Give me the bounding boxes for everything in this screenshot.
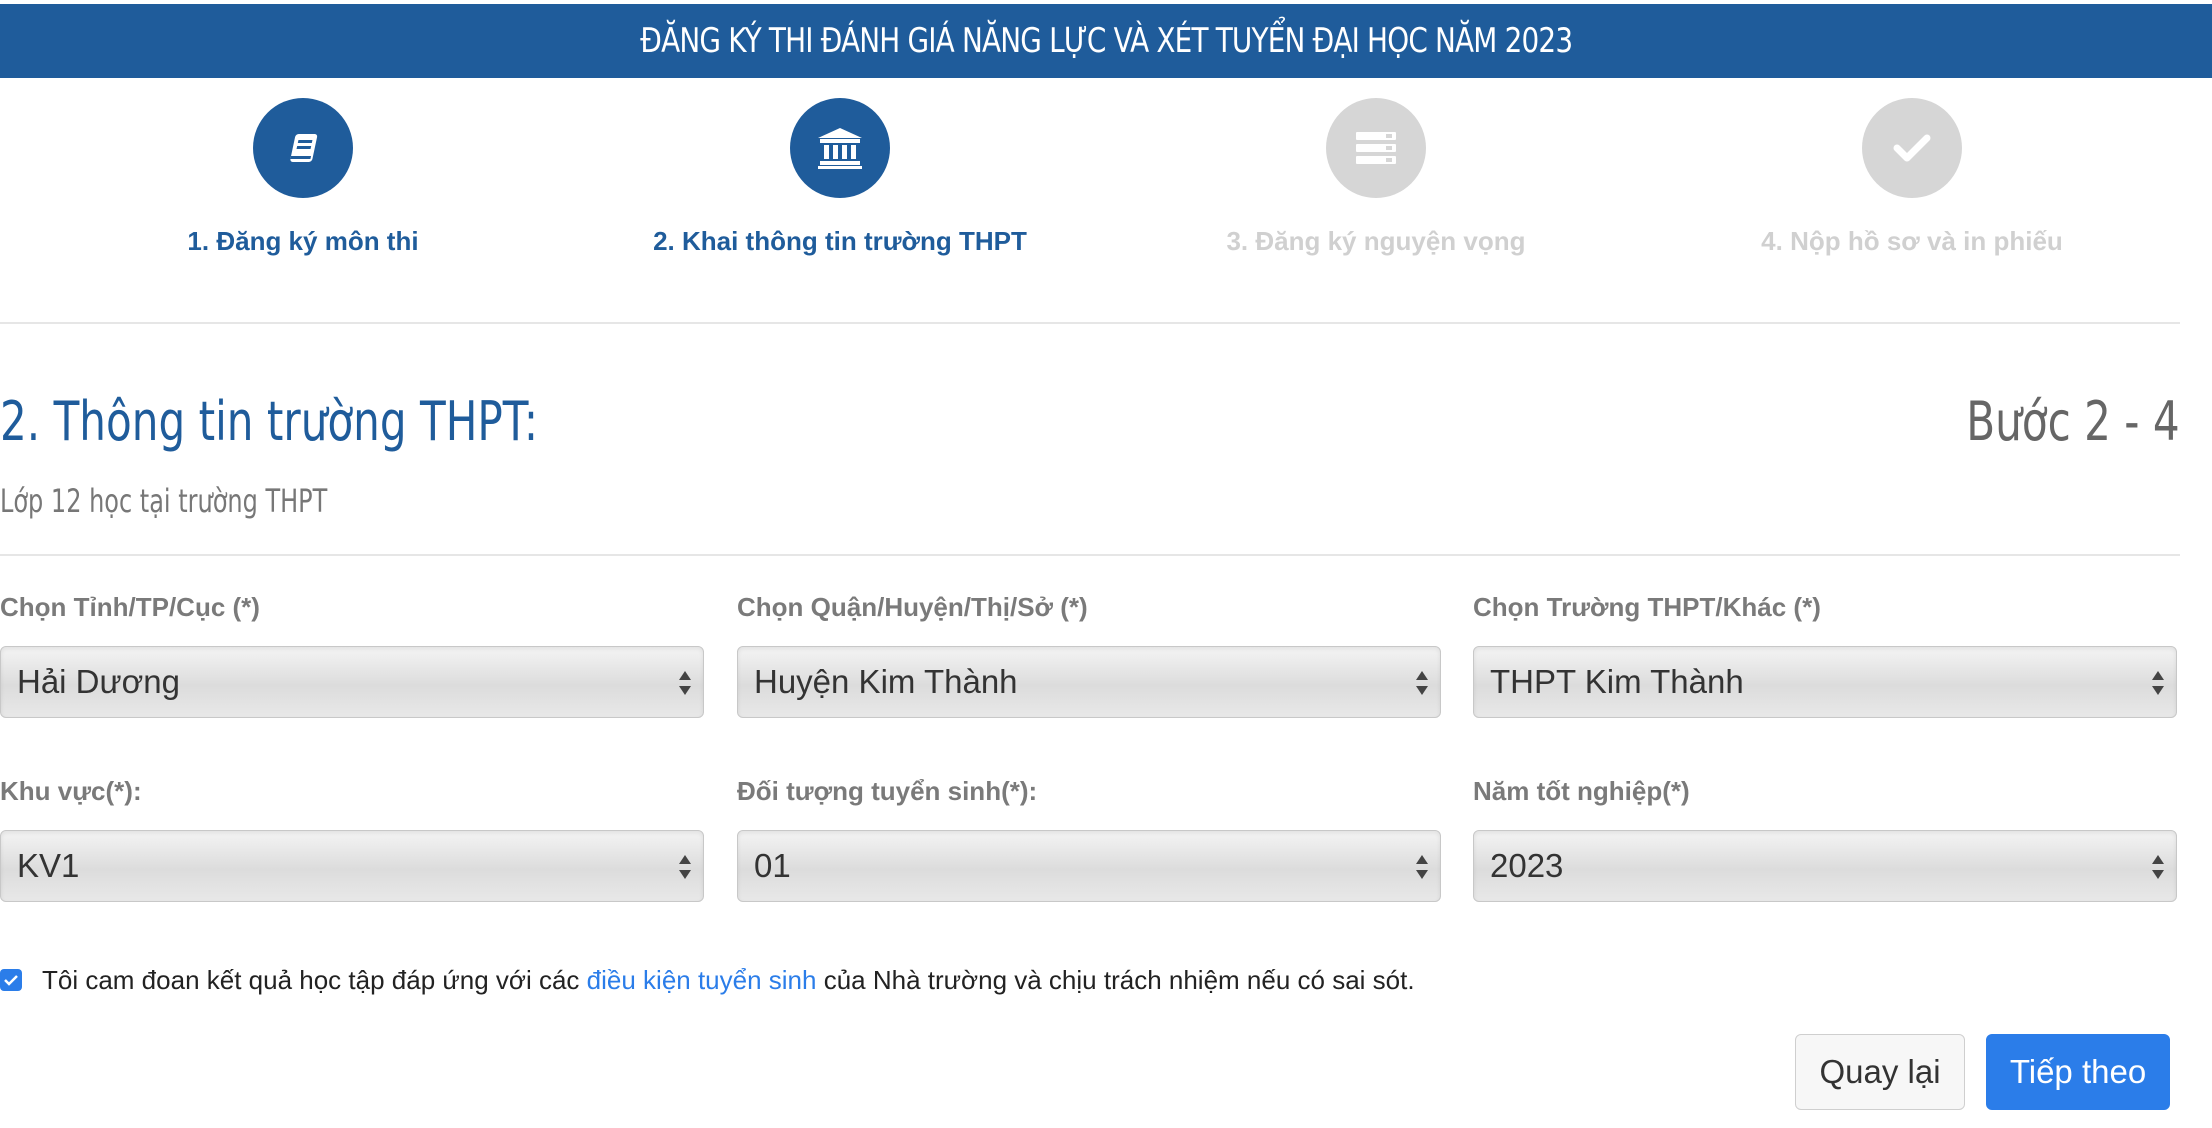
select-arrows-icon [679, 671, 691, 695]
step-1-label: 1. Đăng ký môn thi [187, 226, 419, 256]
list-icon [1356, 132, 1396, 164]
priority-value: 01 [754, 847, 791, 884]
section-title: 2. Thông tin trường THPT: [0, 390, 539, 453]
step-3-circle [1326, 98, 1426, 198]
step-3[interactable]: 3. Đăng ký nguyện vọng [1116, 98, 1636, 257]
province-label: Chọn Tỉnh/TP/Cục (*) [0, 592, 260, 622]
book-icon [290, 134, 318, 162]
checkmark-icon [4, 975, 18, 986]
region-select[interactable]: KV1 [0, 830, 704, 902]
step-3-label: 3. Đăng ký nguyện vọng [1226, 226, 1526, 256]
grad-year-label: Năm tốt nghiệp(*) [1473, 776, 1690, 806]
step-2-label: 2. Khai thông tin trường THPT [653, 226, 1027, 256]
agreement-text-before: Tôi cam đoan kết quả học tập đáp ứng với… [42, 964, 587, 995]
school-label: Chọn Trường THPT/Khác (*) [1473, 592, 1821, 622]
district-select[interactable]: Huyện Kim Thành [737, 646, 1441, 718]
step-2-circle [790, 98, 890, 198]
institution-icon [818, 128, 862, 169]
step-count: Bước 2 - 4 [1966, 390, 2180, 453]
back-button[interactable]: Quay lại [1795, 1034, 1965, 1110]
agreement-text-after: của Nhà trường và chịu trách nhiệm nếu c… [816, 964, 1415, 995]
banner-title: ĐĂNG KÝ THI ĐÁNH GIÁ NĂNG LỰC VÀ XÉT TUY… [640, 21, 1573, 61]
divider-section [0, 554, 2180, 556]
district-label: Chọn Quận/Huyện/Thị/Sở (*) [737, 592, 1088, 622]
select-arrows-icon [679, 855, 691, 879]
next-button[interactable]: Tiếp theo [1986, 1034, 2170, 1110]
priority-label: Đối tượng tuyển sinh(*): [737, 776, 1038, 806]
select-arrows-icon [1416, 855, 1428, 879]
grad-year-select[interactable]: 2023 [1473, 830, 2177, 902]
agreement-checkbox[interactable] [0, 969, 22, 991]
select-arrows-icon [1416, 671, 1428, 695]
section-subtitle: Lớp 12 học tại trường THPT [0, 482, 328, 520]
province-value: Hải Dương [17, 663, 180, 700]
region-value: KV1 [17, 847, 80, 884]
step-4-circle [1862, 98, 1962, 198]
progress-steps: 1. Đăng ký môn thi 2. Khai thông tin trư… [0, 98, 2180, 268]
divider-top [0, 322, 2180, 324]
step-2[interactable]: 2. Khai thông tin trường THPT [580, 98, 1100, 257]
province-select[interactable]: Hải Dương [0, 646, 704, 718]
step-4-label: 4. Nộp hồ sơ và in phiếu [1761, 226, 2063, 256]
school-select[interactable]: THPT Kim Thành [1473, 646, 2177, 718]
grad-year-value: 2023 [1490, 847, 1564, 884]
admission-conditions-link[interactable]: điều kiện tuyển sinh [587, 965, 817, 996]
step-1[interactable]: 1. Đăng ký môn thi [43, 98, 563, 257]
agreement-row: Tôi cam đoan kết quả học tập đáp ứng với… [0, 962, 1415, 998]
select-arrows-icon [2152, 855, 2164, 879]
select-arrows-icon [2152, 671, 2164, 695]
priority-select[interactable]: 01 [737, 830, 1441, 902]
district-value: Huyện Kim Thành [754, 663, 1018, 700]
region-label: Khu vực(*): [0, 776, 142, 806]
step-1-circle [253, 98, 353, 198]
step-4[interactable]: 4. Nộp hồ sơ và in phiếu [1652, 98, 2172, 257]
check-icon [1893, 134, 1931, 162]
school-value: THPT Kim Thành [1490, 663, 1744, 700]
page-banner: ĐĂNG KÝ THI ĐÁNH GIÁ NĂNG LỰC VÀ XÉT TUY… [0, 4, 2212, 78]
